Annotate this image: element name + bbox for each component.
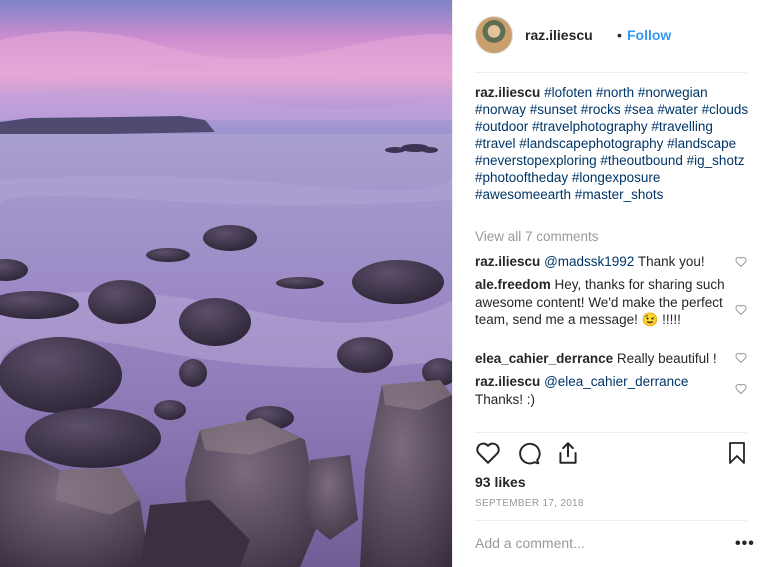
comment-mention[interactable]: @madssk1992	[544, 254, 634, 269]
comment-item: ale.freedom Hey, thanks for sharing such…	[475, 276, 737, 329]
comment-text: Thank you!	[634, 254, 705, 269]
likes-count[interactable]: 93 likes	[475, 474, 526, 490]
header-divider	[475, 72, 747, 73]
caption-hashtags[interactable]: #lofoten #north #norwegian #norway #suns…	[475, 85, 748, 202]
add-comment-input[interactable]: Add a comment...	[475, 535, 585, 551]
comment-like-heart-icon[interactable]	[735, 352, 747, 363]
header-separator: •	[617, 27, 622, 43]
actions-divider	[475, 432, 747, 433]
heart-icon[interactable]	[475, 440, 501, 466]
comment-username[interactable]: raz.iliescu	[475, 254, 540, 269]
post-details-panel: raz.iliescu • Follow raz.iliescu #lofote…	[452, 0, 768, 567]
comment-username[interactable]: raz.iliescu	[475, 374, 540, 389]
share-icon[interactable]	[555, 440, 581, 466]
post-date: SEPTEMBER 17, 2018	[475, 498, 584, 509]
header-username[interactable]: raz.iliescu	[525, 27, 593, 43]
more-options-icon[interactable]: •••	[735, 535, 755, 553]
comment-text: Thanks! :)	[475, 391, 536, 407]
view-all-comments-link[interactable]: View all 7 comments	[475, 229, 599, 244]
comment-mention[interactable]: @elea_cahier_derrance	[544, 374, 688, 389]
post-caption: raz.iliescu #lofoten #north #norwegian #…	[475, 84, 750, 203]
comment-item: raz.iliescu @madssk1992 Thank you!	[475, 253, 737, 271]
seascape-image	[0, 0, 452, 567]
comment-like-heart-icon[interactable]	[735, 256, 747, 267]
comment-username[interactable]: ale.freedom	[475, 277, 551, 292]
comment-divider	[475, 520, 747, 521]
comment-text: Really beautiful !	[613, 351, 717, 366]
avatar[interactable]	[475, 16, 513, 54]
comment-icon[interactable]	[515, 440, 541, 466]
comment-item: elea_cahier_derrance Really beautiful !	[475, 350, 737, 368]
action-bar	[475, 440, 747, 468]
comment-like-heart-icon[interactable]	[735, 304, 747, 315]
comment-item: raz.iliescu @elea_cahier_derrance Thanks…	[475, 373, 737, 408]
bookmark-icon[interactable]	[725, 440, 749, 466]
comment-username[interactable]: elea_cahier_derrance	[475, 351, 613, 366]
follow-button[interactable]: Follow	[627, 27, 671, 43]
caption-username[interactable]: raz.iliescu	[475, 85, 540, 100]
comment-like-heart-icon[interactable]	[735, 383, 747, 394]
post-photo[interactable]	[0, 0, 452, 567]
